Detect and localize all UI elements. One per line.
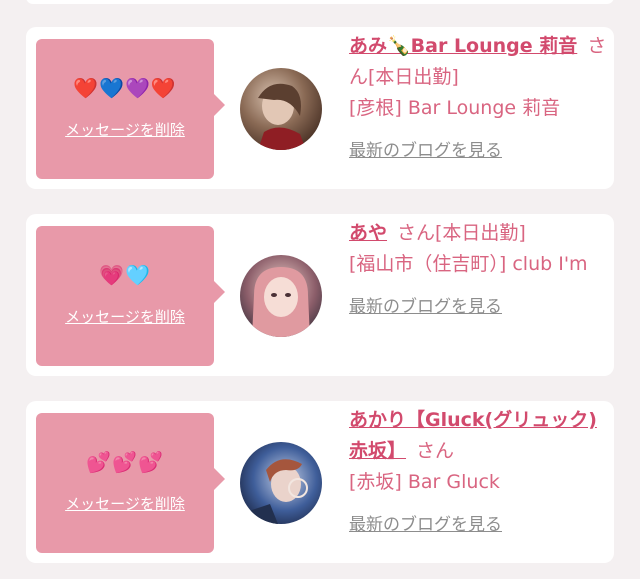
cast-suffix: さん[本日出勤] (397, 222, 526, 244)
message-card: ❤️💙💜❤️ メッセージを削除 あみ🍾Bar Lounge 莉音 さん[本日出勤]… (26, 27, 614, 189)
delete-message-link[interactable]: メッセージを削除 (36, 119, 214, 140)
cast-location: [赤坂] Bar Gluck (349, 471, 500, 493)
previous-card-edge (26, 0, 614, 4)
message-bubble: 💗🩵 メッセージを削除 (36, 226, 225, 366)
delete-message-link[interactable]: メッセージを削除 (36, 306, 214, 327)
message-emojis: 💕💕💕 (86, 450, 164, 474)
avatar[interactable] (240, 68, 322, 150)
message-bubble: 💕💕💕 メッセージを削除 (36, 413, 225, 553)
latest-blog-link[interactable]: 最新のブログを見る (349, 510, 502, 541)
cast-info: あみ🍾Bar Lounge 莉音 さん[本日出勤] [彦根] Bar Lounge… (349, 31, 609, 167)
message-bubble: ❤️💙💜❤️ メッセージを削除 (36, 39, 225, 179)
delete-message-link[interactable]: メッセージを削除 (36, 493, 214, 514)
latest-blog-link[interactable]: 最新のブログを見る (349, 292, 502, 323)
avatar[interactable] (240, 442, 322, 524)
cast-name-link[interactable]: あみ🍾Bar Lounge 莉音 (349, 35, 577, 57)
avatar-photo (240, 442, 322, 524)
cast-location: [彦根] Bar Lounge 莉音 (349, 97, 561, 119)
message-emojis: 💗🩵 (99, 263, 151, 287)
avatar[interactable] (240, 255, 322, 337)
cast-info: あかり【Gluck(グリュック)赤坂】 さん [赤坂] Bar Gluck 最新の… (349, 405, 609, 541)
cast-location: [福山市（住吉町）] club I'm (349, 253, 588, 275)
message-card: 💗🩵 メッセージを削除 あや さん[本日出勤] [福山市（住吉町）] club I… (26, 214, 614, 376)
latest-blog-link[interactable]: 最新のブログを見る (349, 136, 502, 167)
avatar-photo (240, 255, 322, 337)
message-emojis: ❤️💙💜❤️ (73, 76, 177, 100)
cast-suffix: さん (416, 440, 455, 462)
message-card: 💕💕💕 メッセージを削除 あかり【Gluck(グリュック)赤坂】 さん [赤坂] … (26, 401, 614, 563)
cast-name-link[interactable]: あや (349, 222, 387, 244)
cast-info: あや さん[本日出勤] [福山市（住吉町）] club I'm 最新のブログを見る (349, 218, 609, 323)
avatar-photo (240, 68, 322, 150)
cast-name-link[interactable]: あかり【Gluck(グリュック)赤坂】 (349, 409, 597, 462)
